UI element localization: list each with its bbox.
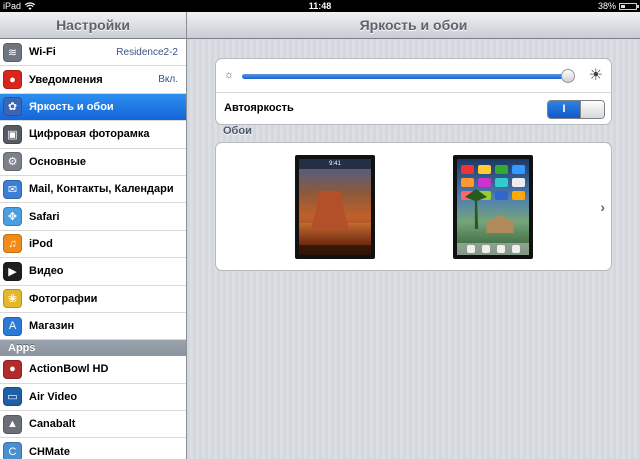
settings-item[interactable]: ≋ Wi-Fi Residence2-2	[0, 39, 186, 67]
item-label: Air Video	[29, 390, 78, 403]
battery-icon	[619, 2, 639, 10]
item-label: Основные	[29, 155, 86, 168]
clock: 11:48	[308, 1, 332, 11]
sidebar-title: Настройки	[0, 12, 186, 39]
home-screen-wallpaper-preview[interactable]	[453, 155, 533, 259]
home-app-icon	[495, 178, 508, 187]
brightness-icon: ✿	[3, 97, 22, 117]
brightness-slider[interactable]	[242, 69, 576, 83]
status-bar: iPad 11:48 38%	[0, 0, 640, 12]
item-label: ActionBowl HD	[29, 363, 109, 376]
settings-item[interactable]: ✥ Safari	[0, 203, 186, 231]
item-label: Mail, Контакты, Календари	[29, 183, 174, 196]
auto-brightness-label: Автояркость	[224, 102, 294, 114]
settings-item[interactable]: ♫ iPod	[0, 230, 186, 259]
gear-icon: ⚙	[3, 152, 22, 172]
home-app-icon	[478, 165, 491, 174]
item-label: Магазин	[29, 320, 75, 333]
item-value: Residence2-2	[116, 46, 178, 58]
actionbowl-icon: ●	[3, 359, 22, 379]
detail-title: Яркость и обои	[187, 12, 640, 39]
auto-brightness-row: Автояркость I	[216, 93, 611, 126]
app-item[interactable]: ▲ Canabalt	[0, 411, 186, 439]
brightness-slider-knob[interactable]	[561, 69, 576, 83]
home-app-icon	[461, 178, 474, 187]
settings-item[interactable]: ✉ Mail, Контакты, Календари	[0, 175, 186, 204]
item-label: Видео	[29, 265, 64, 278]
canabalt-icon: ▲	[3, 414, 22, 434]
home-app-icon	[512, 191, 525, 200]
hut-image	[486, 215, 514, 233]
store-icon: A	[3, 316, 22, 336]
lock-screen-time: 9:41	[299, 159, 371, 169]
chmate-icon: C	[3, 442, 22, 459]
brightness-slider-row: ☼ ☀	[216, 59, 611, 93]
wallpaper-group[interactable]: 9:41 ›	[215, 142, 612, 271]
status-right: 38%	[597, 0, 639, 12]
photo-frame-icon: ▣	[3, 124, 22, 144]
brightness-low-icon: ☼	[224, 69, 235, 81]
home-app-icon	[512, 178, 525, 187]
wifi-icon: ≋	[3, 42, 22, 62]
safari-icon: ✥	[3, 207, 22, 227]
settings-list: ≋ Wi-Fi Residence2-2 ● Уведомления Вкл. ✿ Яркос…	[0, 39, 186, 341]
home-app-icon	[495, 165, 508, 174]
settings-item[interactable]: A Магазин	[0, 312, 186, 341]
item-label: Яркость и обои	[29, 100, 114, 113]
home-app-icon	[478, 178, 491, 187]
auto-brightness-toggle[interactable]: I	[547, 100, 605, 119]
home-app-icon	[495, 191, 508, 200]
video-icon: ▶	[3, 261, 22, 281]
battery-percent: 38%	[597, 1, 616, 11]
item-label: CHMate	[29, 445, 70, 458]
settings-item[interactable]: ▶ Видео	[0, 258, 186, 286]
photos-icon: ❀	[3, 289, 22, 309]
item-label: Цифровая фоторамка	[29, 128, 150, 141]
brightness-high-icon: ☀	[588, 67, 603, 84]
mail-icon: ✉	[3, 179, 22, 199]
detail-pane: Яркость и обои ☼ ☀ Автояркость I Обои 9:…	[187, 12, 640, 459]
item-label: iPod	[29, 237, 53, 250]
toggle-on-label: I	[548, 101, 580, 118]
item-label: Фотографии	[29, 292, 98, 305]
apps-list: ● ActionBowl HD ▭ Air Video ▲ Canabalt C CHMate	[0, 356, 186, 459]
settings-item[interactable]: ✿ Яркость и обои	[0, 93, 186, 122]
palm-tree-image	[465, 189, 487, 229]
app-item[interactable]: C CHMate	[0, 438, 186, 459]
home-dock	[457, 243, 529, 255]
apps-section-header: Apps	[0, 340, 186, 357]
air-video-icon: ▭	[3, 387, 22, 407]
wallpaper-section-title: Обои	[223, 125, 252, 137]
settings-item[interactable]: ● Уведомления Вкл.	[0, 66, 186, 94]
settings-item[interactable]: ⚙ Основные	[0, 148, 186, 176]
chevron-right-icon[interactable]: ›	[600, 199, 605, 215]
rock-formation-image	[311, 191, 349, 229]
app-item[interactable]: ▭ Air Video	[0, 383, 186, 412]
item-label: Safari	[29, 210, 60, 223]
app-item[interactable]: ● ActionBowl HD	[0, 356, 186, 384]
home-app-icon	[512, 165, 525, 174]
lock-screen-wallpaper-preview[interactable]: 9:41	[295, 155, 375, 259]
item-label: Canabalt	[29, 418, 76, 431]
settings-item[interactable]: ❀ Фотографии	[0, 285, 186, 313]
settings-item[interactable]: ▣ Цифровая фоторамка	[0, 121, 186, 149]
item-label: Уведомления	[29, 73, 103, 86]
item-value: Вкл.	[158, 74, 178, 86]
toggle-thumb	[580, 101, 604, 118]
settings-sidebar: Настройки ≋ Wi-Fi Residence2-2 ● Уведомления…	[0, 12, 187, 459]
brightness-slider-fill	[242, 74, 569, 79]
ipod-icon: ♫	[3, 234, 22, 254]
brightness-group: ☼ ☀ Автояркость I	[215, 58, 612, 125]
item-label: Wi-Fi	[29, 46, 56, 59]
home-app-icon	[461, 165, 474, 174]
notifications-icon: ●	[3, 70, 22, 90]
